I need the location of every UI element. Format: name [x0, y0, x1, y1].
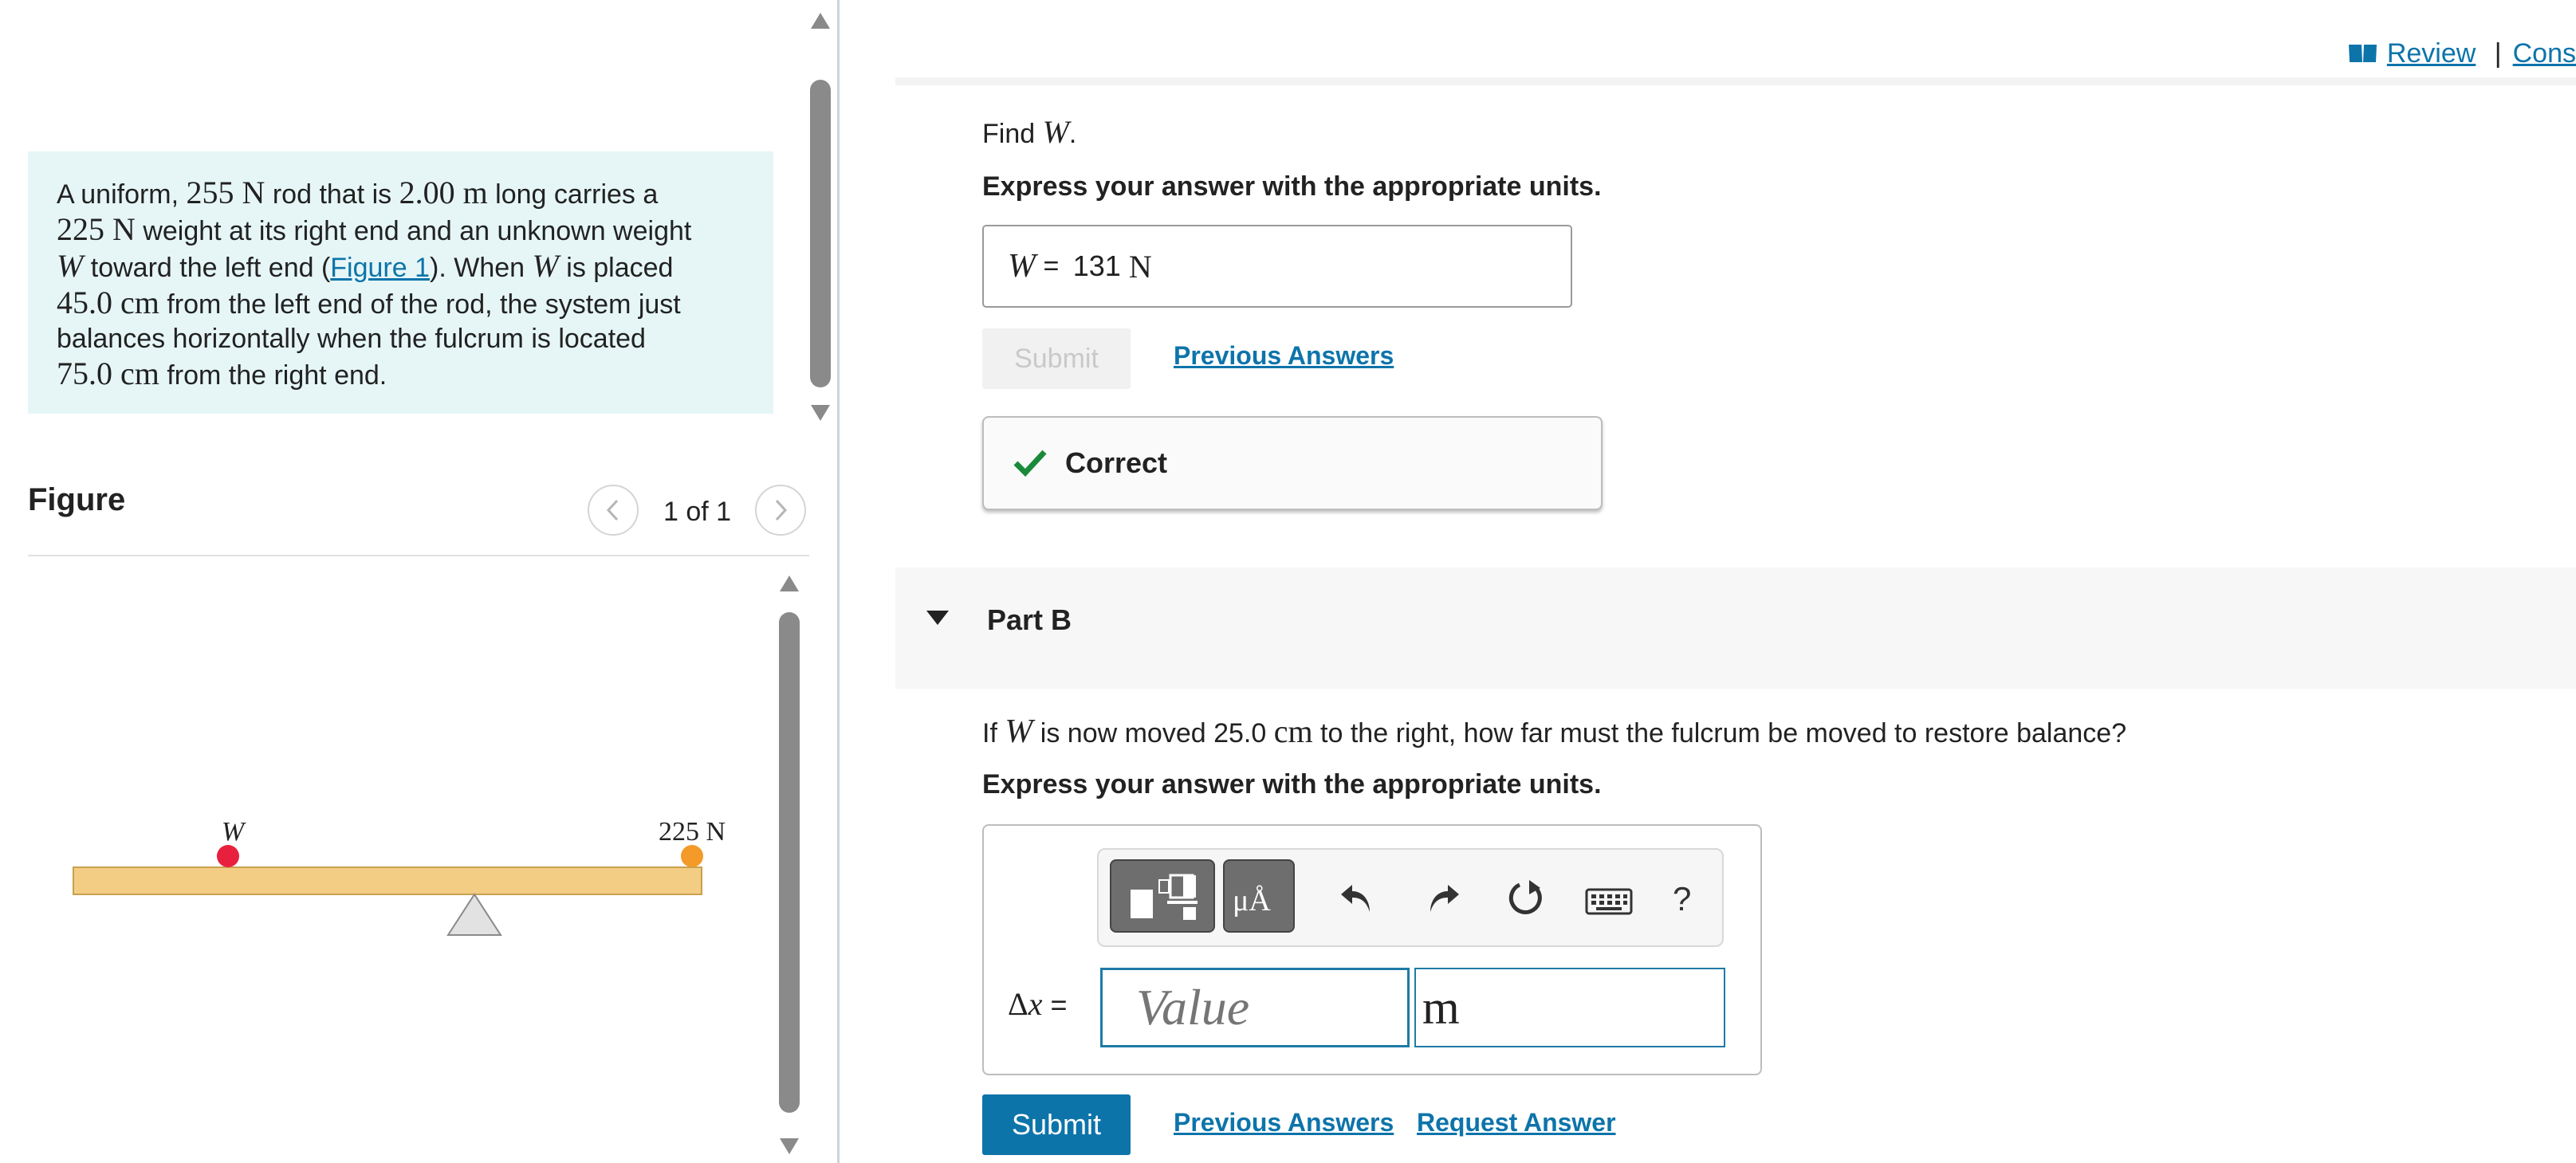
part-a-previous-answers-link[interactable]: Previous Answers — [1174, 341, 1394, 371]
units-icon: μÅ — [1233, 884, 1271, 917]
part-a-question: Find W. — [982, 114, 1077, 150]
scroll-up-arrow-icon[interactable] — [810, 11, 831, 30]
feedback-label: Correct — [1065, 446, 1168, 479]
weight-w-label: W — [222, 817, 246, 847]
review-link[interactable]: Review — [2387, 38, 2476, 69]
part-b-question: If W is now moved 25.0 cm to the right, … — [982, 713, 2127, 750]
known-weight-225n — [681, 845, 703, 867]
figure-prev-button[interactable] — [588, 485, 639, 536]
top-links: Review | Cons — [2347, 38, 2576, 69]
figure-scrollbar-thumb[interactable] — [779, 612, 800, 1113]
scroll-up-arrow-icon[interactable] — [779, 574, 800, 593]
figure-title: Figure — [28, 482, 126, 517]
problem-statement: A uniform, 255 N rod that is 2.00 m long… — [28, 151, 773, 414]
panel-divider — [837, 0, 840, 1163]
part-a-answer-box: W = 131 N — [982, 225, 1572, 308]
part-a-answer-value: 131 — [1072, 249, 1121, 282]
figure-scrollbar[interactable] — [779, 572, 800, 1163]
figure-link[interactable]: Figure 1 — [330, 253, 430, 283]
part-b-submit-button[interactable]: Submit — [982, 1094, 1131, 1155]
part-b-header[interactable] — [895, 568, 2576, 689]
chevron-left-icon — [606, 499, 619, 521]
value-input[interactable] — [1100, 968, 1410, 1047]
rod — [73, 866, 702, 895]
checkmark-icon — [1013, 450, 1047, 477]
templates-button[interactable] — [1110, 859, 1215, 933]
undo-icon[interactable] — [1338, 878, 1376, 917]
problem-scrollbar[interactable] — [810, 0, 831, 430]
fulcrum — [446, 893, 502, 936]
reset-icon[interactable] — [1505, 878, 1547, 920]
figure-next-button[interactable] — [755, 485, 806, 536]
part-a-feedback: Correct — [982, 416, 1603, 510]
figure-counter: 1 of 1 — [663, 497, 732, 527]
part-a-submit-button[interactable]: Submit — [982, 328, 1131, 389]
fraction-template-icon — [1131, 874, 1198, 920]
figure-divider — [28, 555, 809, 556]
part-b-instruction: Express your answer with the appropriate… — [982, 769, 1602, 800]
scroll-down-arrow-icon[interactable] — [810, 403, 831, 422]
constants-link[interactable]: Cons — [2513, 38, 2576, 69]
units-button[interactable]: μÅ — [1223, 859, 1295, 933]
scroll-down-arrow-icon[interactable] — [779, 1137, 800, 1156]
part-b-title: Part B — [987, 603, 1072, 636]
unit-input[interactable] — [1414, 968, 1725, 1047]
part-a-header-band — [895, 77, 2576, 85]
keyboard-icon[interactable] — [1585, 885, 1633, 917]
collapse-triangle-icon[interactable] — [925, 609, 950, 627]
problem-scrollbar-thumb[interactable] — [810, 80, 831, 387]
part-b-previous-answers-link[interactable]: Previous Answers — [1174, 1108, 1394, 1137]
help-button[interactable]: ? — [1673, 880, 1691, 918]
part-a-instruction: Express your answer with the appropriate… — [982, 171, 1602, 202]
unknown-weight-w — [217, 845, 239, 867]
redo-icon[interactable] — [1424, 878, 1462, 917]
chevron-right-icon — [775, 499, 788, 521]
seesaw-figure: W 225 N — [73, 817, 726, 936]
weight-225-label: 225 N — [659, 817, 726, 847]
request-answer-link[interactable]: Request Answer — [1417, 1108, 1616, 1137]
part-b-answer-label: Δx = — [1008, 986, 1068, 1022]
part-a-answer-unit: N — [1128, 248, 1152, 285]
math-toolbar: μÅ ? — [1097, 848, 1724, 947]
book-icon — [2349, 45, 2377, 62]
